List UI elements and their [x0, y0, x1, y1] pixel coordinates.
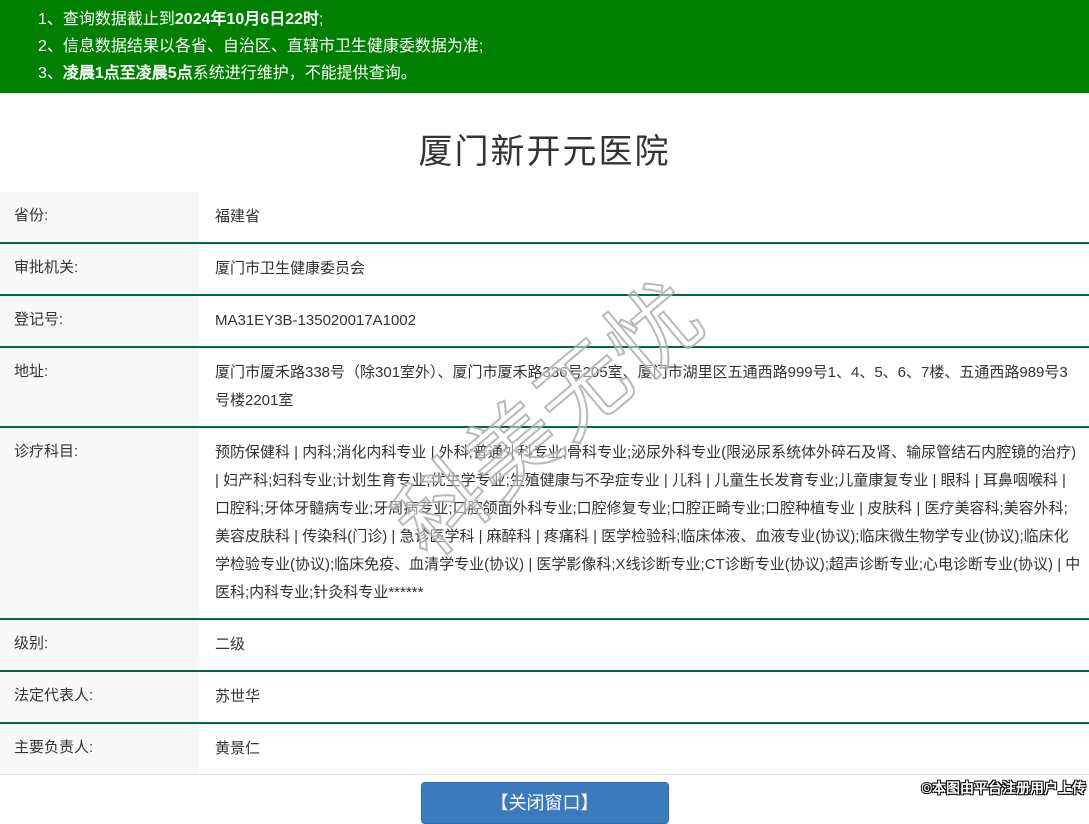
- table-row-legal-representative: 法定代表人: 苏世华: [0, 672, 1089, 724]
- table-row-registration-number: 登记号: MA31EY3B-135020017A1002: [0, 296, 1089, 348]
- table-row-medical-subjects: 诊疗科目: 预防保健科 | 内科;消化内科专业 | 外科;普通外科专业;骨科专业…: [0, 428, 1089, 620]
- button-bar: 【关闭窗口】: [0, 782, 1089, 824]
- page-title: 厦门新开元医院: [0, 124, 1089, 173]
- notice-2-prefix: 2、信息数据结果以各省、自治区、直辖市卫生健康委数据为准;: [38, 38, 483, 55]
- row-value: 预防保健科 | 内科;消化内科专业 | 外科;普通外科专业;骨科专业;泌尿外科专…: [199, 428, 1089, 618]
- row-label: 级别:: [0, 620, 199, 670]
- notice-line-2: 2、信息数据结果以各省、自治区、直辖市卫生健康委数据为准;: [38, 33, 1079, 60]
- info-table: 省份: 福建省 审批机关: 厦门市卫生健康委员会 登记号: MA31EY3B-1…: [0, 192, 1089, 775]
- table-row-approval-authority: 审批机关: 厦门市卫生健康委员会: [0, 244, 1089, 296]
- table-row-level: 级别: 二级: [0, 620, 1089, 672]
- table-row-province: 省份: 福建省: [0, 192, 1089, 244]
- row-value: 黄景仁: [199, 724, 1089, 774]
- notice-3-suffix: 系统进行维护，不能提供查询。: [193, 65, 417, 82]
- row-label: 审批机关:: [0, 244, 199, 294]
- row-label: 地址:: [0, 348, 199, 426]
- notice-1-suffix: ;: [319, 11, 323, 28]
- notice-1-bold: 2024年10月6日22时: [175, 11, 319, 28]
- row-value: MA31EY3B-135020017A1002: [199, 296, 1089, 346]
- row-label: 法定代表人:: [0, 672, 199, 722]
- row-label: 主要负责人:: [0, 724, 199, 774]
- table-row-address: 地址: 厦门市厦禾路338号（除301室外）、厦门市厦禾路336号205室、厦门…: [0, 348, 1089, 428]
- table-row-main-person-in-charge: 主要负责人: 黄景仁: [0, 724, 1089, 775]
- row-label: 登记号:: [0, 296, 199, 346]
- notice-line-1: 1、查询数据截止到2024年10月6日22时;: [38, 6, 1079, 33]
- row-value: 厦门市厦禾路338号（除301室外）、厦门市厦禾路336号205室、厦门市湖里区…: [199, 348, 1089, 426]
- row-value: 厦门市卫生健康委员会: [199, 244, 1089, 294]
- close-window-button[interactable]: 【关闭窗口】: [421, 782, 669, 824]
- notice-banner: 1、查询数据截止到2024年10月6日22时; 2、信息数据结果以各省、自治区、…: [0, 0, 1089, 93]
- notice-line-3: 3、凌晨1点至凌晨5点系统进行维护，不能提供查询。: [38, 60, 1079, 87]
- row-label: 省份:: [0, 192, 199, 242]
- row-value: 福建省: [199, 192, 1089, 242]
- notice-3-bold: 凌晨1点至凌晨5点: [63, 65, 193, 82]
- row-label: 诊疗科目:: [0, 428, 199, 618]
- notice-3-prefix: 3、: [38, 65, 63, 82]
- notice-1-prefix: 1、查询数据截止到: [38, 11, 175, 28]
- row-value: 苏世华: [199, 672, 1089, 722]
- row-value: 二级: [199, 620, 1089, 670]
